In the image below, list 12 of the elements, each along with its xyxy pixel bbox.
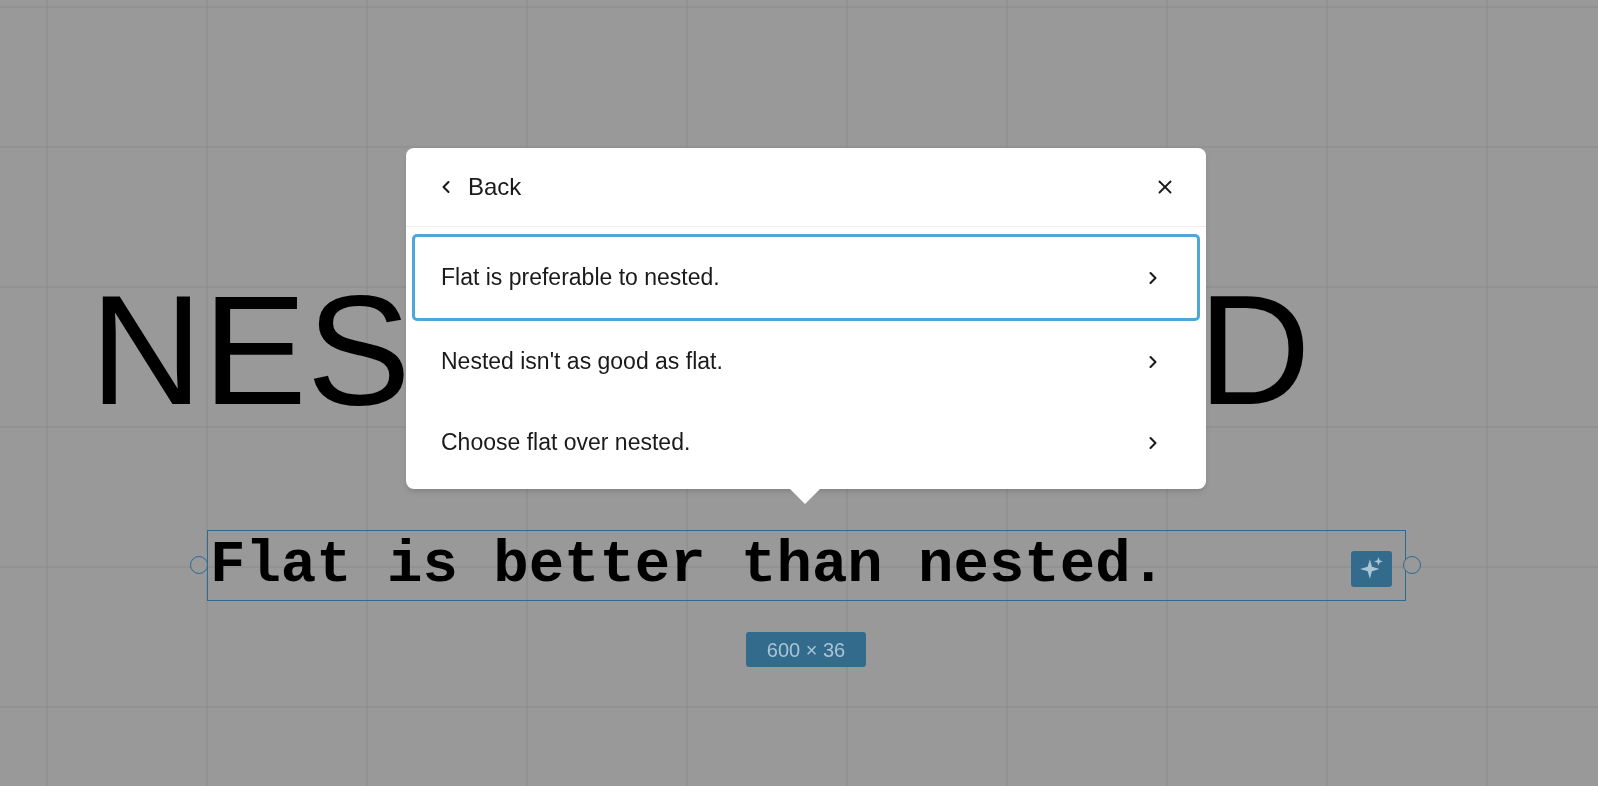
- back-button[interactable]: Back: [436, 169, 522, 205]
- text-content: Flat is better than nested.: [209, 536, 1166, 595]
- heading-text: D: [1198, 272, 1311, 428]
- resize-handle[interactable]: [190, 556, 208, 574]
- text-box[interactable]: Flat is better than nested.: [207, 530, 1406, 601]
- resize-handle[interactable]: [1403, 556, 1421, 574]
- menu-option[interactable]: Nested isn't as good as flat.: [412, 321, 1200, 402]
- menu-option[interactable]: Choose flat over nested.: [412, 402, 1200, 483]
- heading-text: NES: [90, 272, 411, 428]
- menu-option[interactable]: Flat is preferable to nested.: [412, 234, 1200, 321]
- ai-sparkle-button[interactable]: [1351, 551, 1392, 587]
- size-label: 600 × 36: [746, 632, 866, 667]
